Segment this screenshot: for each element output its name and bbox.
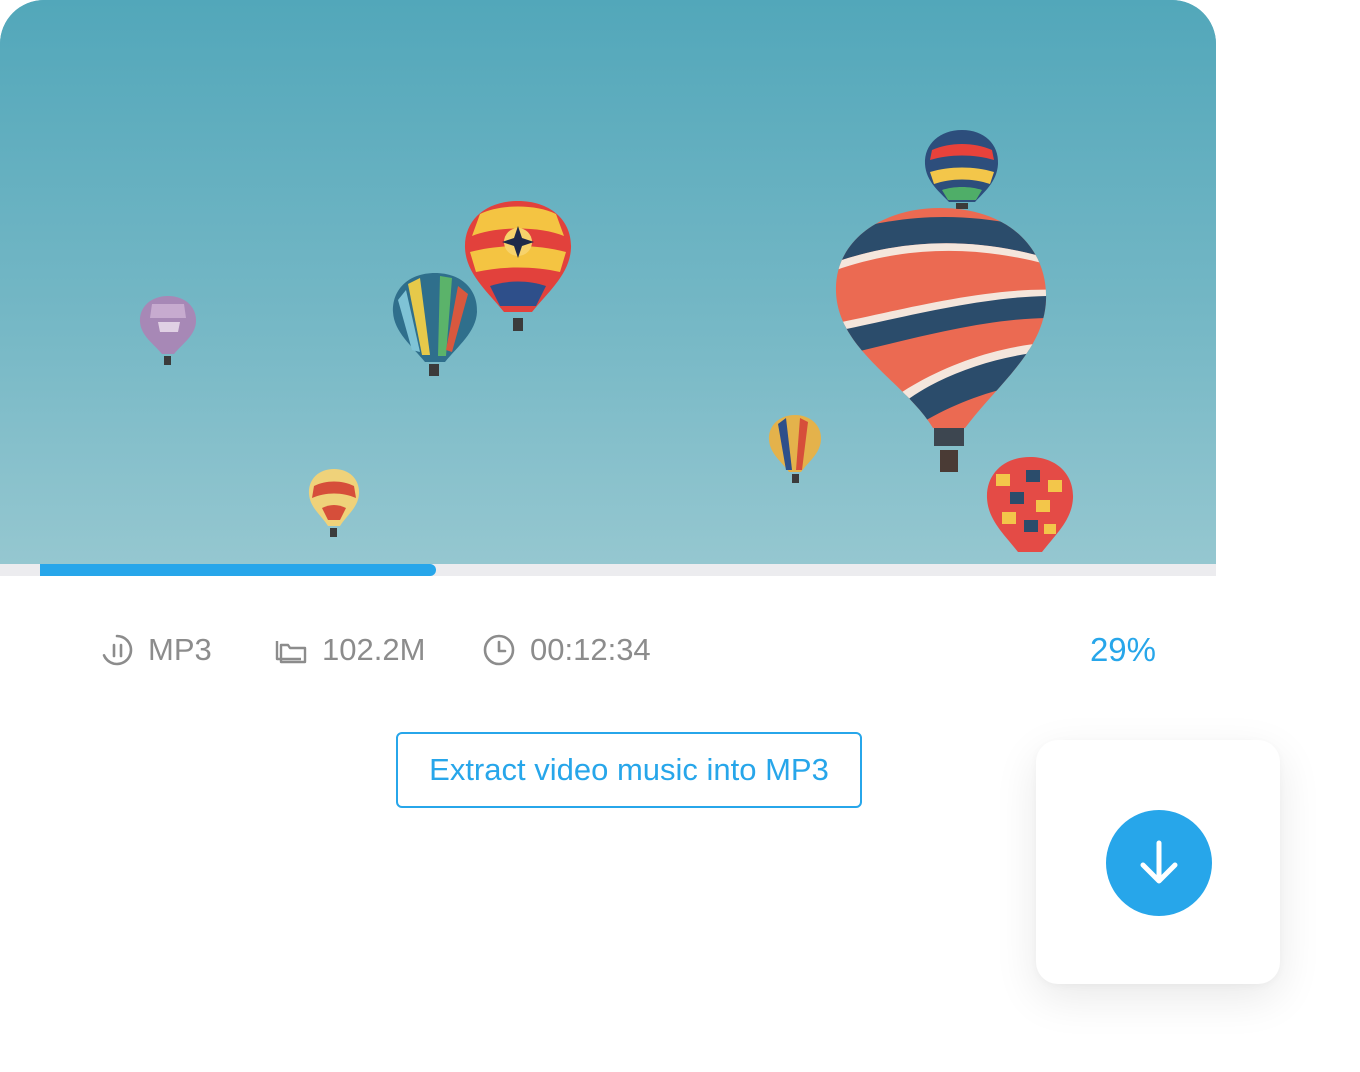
- download-card: [1036, 740, 1280, 984]
- file-meta-row: MP3 102.2M 00:12:34 29%: [0, 630, 1216, 670]
- download-button[interactable]: [1106, 810, 1212, 916]
- extract-mp3-button[interactable]: Extract video music into MP3: [396, 732, 862, 808]
- balloons-image: [0, 0, 1216, 564]
- download-progress-bar[interactable]: [0, 564, 1216, 576]
- video-thumbnail: [0, 0, 1216, 564]
- clock-icon: [482, 633, 516, 667]
- meta-duration: 00:12:34: [482, 630, 651, 670]
- meta-size: 102.2M: [274, 630, 425, 670]
- meta-format: MP3: [100, 630, 212, 670]
- audio-pause-icon: [100, 633, 134, 667]
- meta-format-value: MP3: [148, 632, 212, 667]
- meta-duration-value: 00:12:34: [530, 632, 651, 667]
- progress-percent: 29%: [1089, 631, 1156, 668]
- folder-icon: [274, 633, 308, 667]
- meta-size-value: 102.2M: [322, 632, 426, 667]
- download-arrow-icon: [1140, 840, 1178, 884]
- download-progress-fill: [40, 564, 436, 576]
- converter-panel: MP3 102.2M 00:12:34 29% Extract video mu…: [0, 0, 1360, 1072]
